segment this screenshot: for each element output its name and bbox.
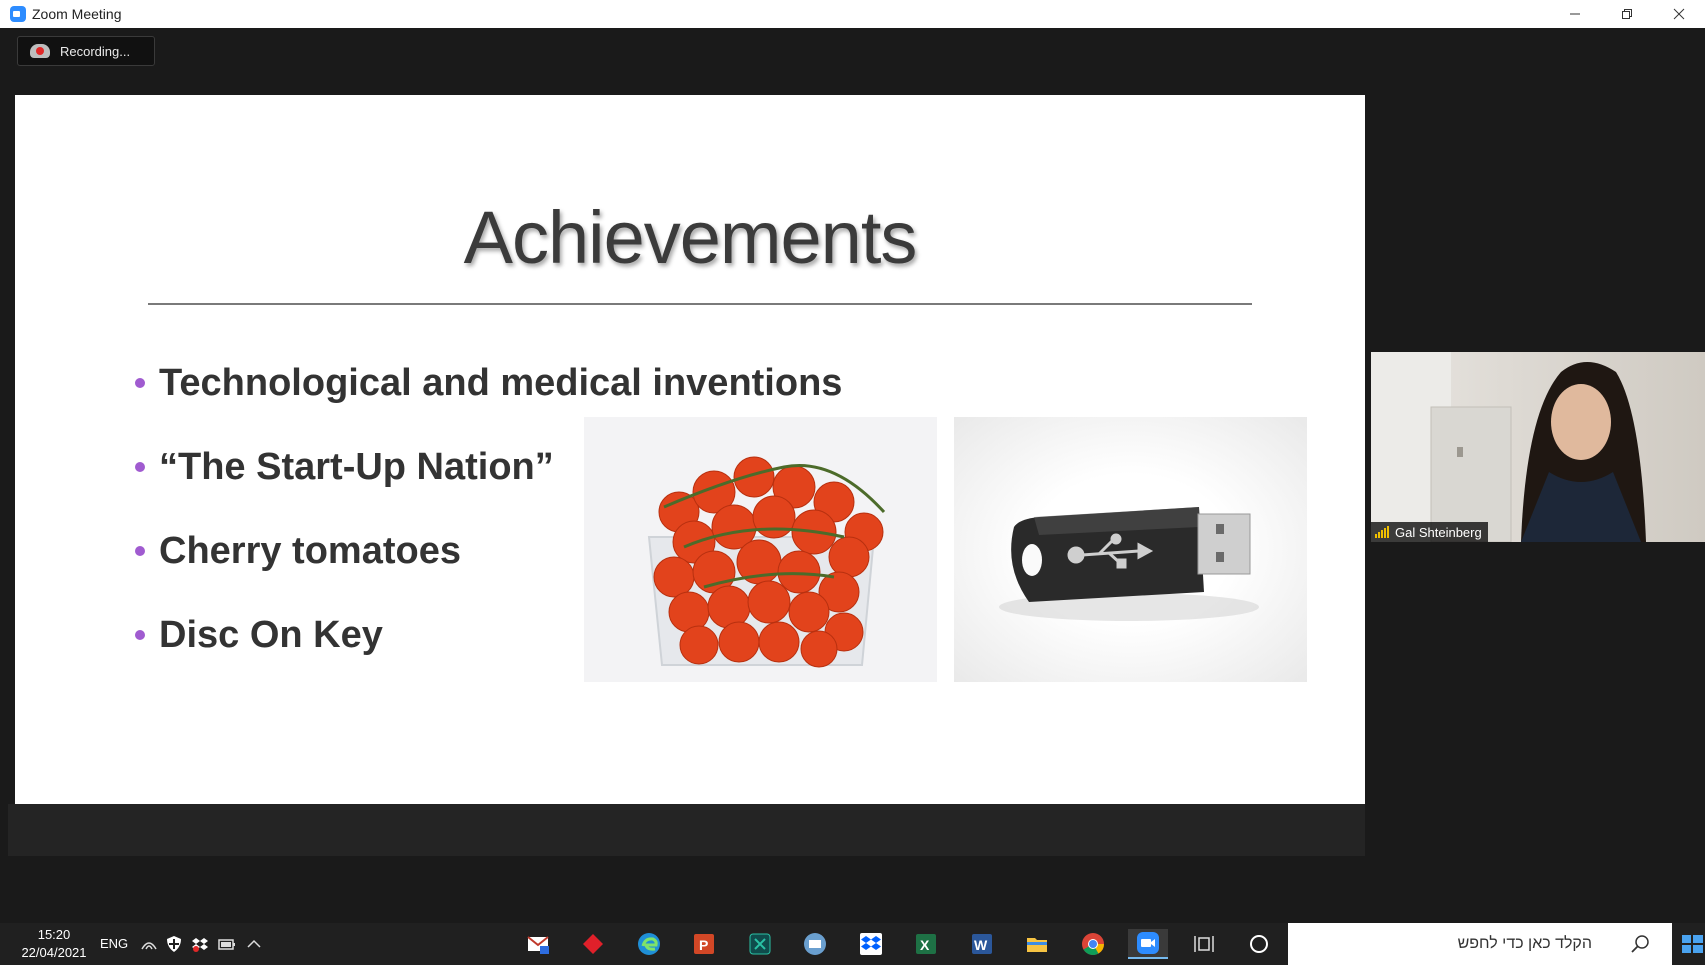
wifi-icon[interactable]	[140, 935, 158, 953]
clock-time: 15:20	[37, 927, 71, 942]
bullet-text: “The Start-Up Nation”	[159, 445, 554, 488]
taskbar-chrome[interactable]	[1073, 929, 1113, 959]
bullet-icon	[135, 630, 145, 640]
battery-icon[interactable]	[218, 935, 236, 953]
cloud-recording-icon	[30, 44, 50, 58]
shared-slide: Achievements Technological and medical i…	[15, 95, 1365, 804]
app-icon	[749, 933, 771, 955]
chrome-icon	[1082, 933, 1104, 955]
restore-button[interactable]	[1601, 0, 1653, 28]
bullet-icon	[135, 462, 145, 472]
taskbar-app[interactable]	[740, 929, 780, 959]
bullet-item: Technological and medical inventions	[135, 341, 842, 425]
svg-text:X: X	[920, 937, 930, 953]
search-icon	[1631, 935, 1649, 953]
bullet-text: Disc On Key	[159, 613, 383, 656]
bullet-icon	[135, 378, 145, 388]
dropbox-tray-icon[interactable]	[191, 935, 209, 953]
excel-icon: X	[916, 934, 936, 954]
bullet-text: Technological and medical inventions	[159, 361, 843, 404]
participant-video[interactable]	[1371, 352, 1705, 542]
bullet-icon	[135, 546, 145, 556]
svg-text:W: W	[974, 937, 988, 953]
antivirus-icon	[583, 934, 603, 954]
windows-taskbar: 15:20 22/04/2021 ENG P X W הקלד כאן כדי …	[0, 923, 1705, 965]
taskbar-excel[interactable]: X	[906, 929, 946, 959]
taskbar-word[interactable]: W	[962, 929, 1002, 959]
windows-start-icon[interactable]	[1680, 933, 1705, 955]
taskbar-cortana[interactable]	[1239, 929, 1279, 959]
participant-name: Gal Shteinberg	[1395, 524, 1482, 540]
bullet-text: Cherry tomatoes	[159, 529, 461, 572]
zoom-icon	[1137, 932, 1159, 954]
edge-icon	[638, 933, 660, 955]
window-title: Zoom Meeting	[32, 6, 122, 22]
language-indicator[interactable]: ENG	[100, 936, 128, 951]
taskbar-edge[interactable]	[629, 929, 669, 959]
clock[interactable]: 15:20 22/04/2021	[18, 926, 90, 962]
restore-icon	[1622, 9, 1632, 19]
mail-icon	[527, 936, 549, 954]
zoom-app-icon	[10, 6, 26, 22]
taskbar-task-view[interactable]	[1184, 929, 1224, 959]
dropbox-icon	[860, 933, 882, 955]
minimize-icon	[1570, 13, 1580, 15]
recording-label: Recording...	[60, 43, 131, 59]
powerpoint-icon: P	[694, 934, 714, 954]
minimize-button[interactable]	[1549, 0, 1601, 28]
taskbar-mail[interactable]	[518, 929, 558, 959]
title-bar: Zoom Meeting	[0, 0, 1705, 28]
cherry-tomatoes-image	[584, 417, 937, 682]
participant-name-tag: Gal Shteinberg	[1371, 522, 1488, 542]
slide-title: Achievements	[463, 196, 918, 279]
cortana-icon	[1250, 935, 1268, 953]
signal-strength-icon	[1375, 526, 1389, 538]
clock-date: 22/04/2021	[21, 945, 87, 960]
close-icon	[1673, 8, 1685, 20]
security-shield-icon[interactable]	[165, 935, 183, 953]
taskbar-file-explorer[interactable]	[1017, 929, 1057, 959]
recording-indicator[interactable]: Recording...	[17, 36, 155, 66]
title-divider	[148, 303, 1252, 305]
taskbar-antivirus[interactable]	[573, 929, 613, 959]
search-placeholder: הקלד כאן כדי לחפש	[1457, 935, 1592, 952]
window-controls	[1549, 0, 1705, 28]
close-button[interactable]	[1653, 0, 1705, 28]
taskbar-search[interactable]: הקלד כאן כדי לחפש	[1288, 923, 1672, 965]
share-bottom-bar	[8, 804, 1365, 856]
svg-text:P: P	[699, 937, 708, 953]
taskbar-powerpoint[interactable]: P	[684, 929, 724, 959]
taskbar-zoom[interactable]	[1128, 929, 1168, 959]
usb-drive-image	[954, 417, 1307, 682]
tv-icon	[804, 933, 826, 955]
word-icon: W	[972, 934, 992, 954]
taskbar-tv[interactable]	[795, 929, 835, 959]
file-explorer-icon	[1027, 938, 1047, 952]
chevron-up-icon[interactable]	[245, 935, 263, 953]
taskbar-dropbox[interactable]	[851, 929, 891, 959]
task-view-icon	[1194, 936, 1214, 952]
